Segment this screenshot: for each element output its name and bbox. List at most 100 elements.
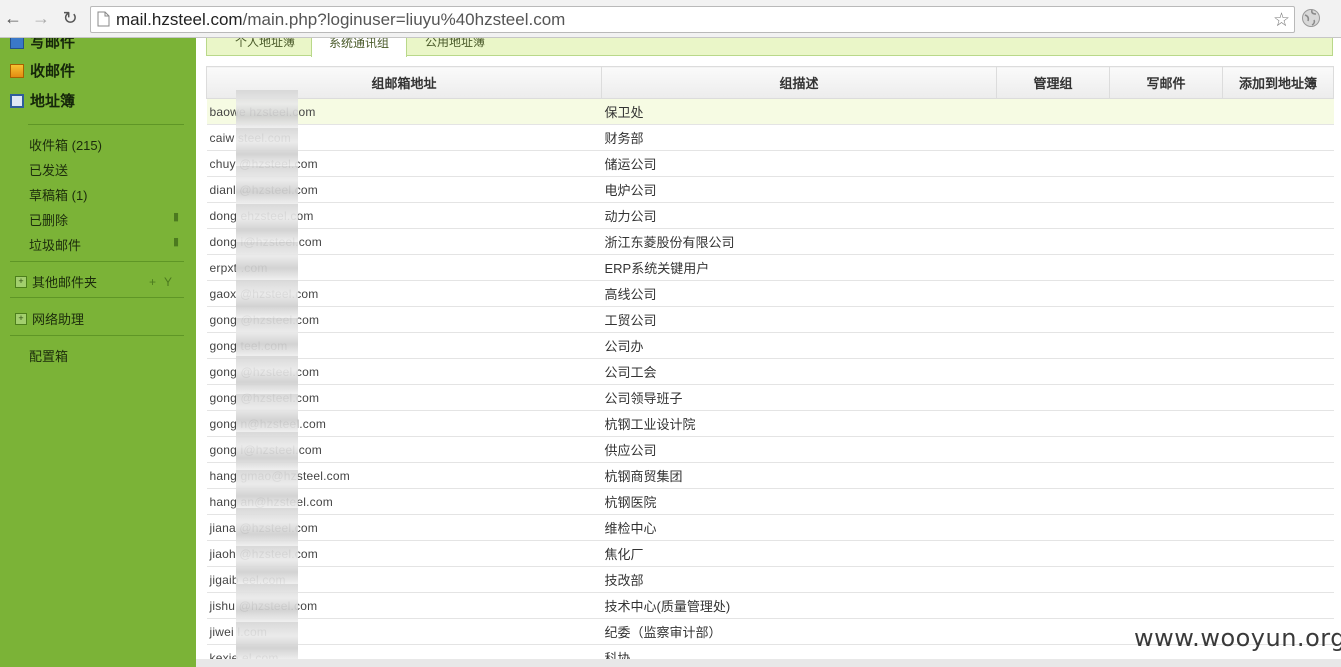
folder-sent[interactable]: 已发送 (29, 160, 179, 179)
manage-cell (996, 410, 1110, 437)
description-cell: ERP系统关键用户 (601, 254, 997, 281)
table-row[interactable]: gong teel.com公司办 (206, 332, 1334, 359)
description-cell: 供应公司 (601, 436, 997, 463)
compose-cell (1109, 358, 1223, 385)
horizontal-scrollbar[interactable] (196, 659, 1341, 667)
table-row[interactable]: caiw steel.com财务部 (206, 124, 1334, 151)
url-text[interactable]: mail.hzsteel.com/main.php?loginuser=liuy… (116, 10, 565, 30)
sidebar-item-label: 写邮件 (30, 38, 76, 51)
column-header-manage[interactable]: 管理组 (996, 66, 1110, 99)
sidebar-item-compose[interactable]: 写邮件 (10, 38, 75, 52)
table-row[interactable]: hang gmao@hzsteel.com杭钢商贸集团 (206, 462, 1334, 489)
reload-icon[interactable]: ↻ (59, 7, 81, 29)
tab-system-groups[interactable]: 系统通讯组 (311, 38, 407, 57)
table-row[interactable]: gong @hzsteel.com公司领导班子 (206, 384, 1334, 411)
table-row[interactable]: jiaoh @hzsteel.com焦化厂 (206, 540, 1334, 567)
tab-personal-address-book[interactable]: 个人地址簿 (219, 38, 311, 55)
add-cell (1222, 332, 1334, 359)
description-cell: 电炉公司 (601, 176, 997, 203)
description-cell: 动力公司 (601, 202, 997, 229)
sidebar-item-settings[interactable]: 配置箱 (29, 346, 179, 365)
expand-icon[interactable]: + (15, 312, 27, 325)
sidebar-item-label: 地址簿 (30, 93, 76, 110)
column-header-description[interactable]: 组描述 (601, 66, 997, 99)
sidebar-item-receive[interactable]: 收邮件 (10, 60, 75, 81)
redaction-mosaic (236, 90, 298, 667)
add-cell (1222, 514, 1334, 541)
add-cell (1222, 540, 1334, 567)
table-row[interactable]: dong i@hzsteel.com浙江东菱股份有限公司 (206, 228, 1334, 255)
divider (10, 297, 184, 298)
description-cell: 财务部 (601, 124, 997, 151)
compose-cell (1109, 514, 1223, 541)
column-header-compose[interactable]: 写邮件 (1109, 66, 1223, 99)
table-row[interactable]: gong n@hzsteel.com杭钢工业设计院 (206, 410, 1334, 437)
globe-icon[interactable] (1301, 8, 1321, 28)
sidebar-item-label: 收邮件 (30, 63, 76, 80)
back-arrow-icon[interactable]: ← (2, 7, 24, 29)
manage-cell (996, 384, 1110, 411)
manage-cell (996, 202, 1110, 229)
compose-cell (1109, 332, 1223, 359)
address-bar[interactable]: mail.hzsteel.com/main.php?loginuser=liuy… (90, 6, 1295, 33)
tab-bar: 个人地址簿 系统通讯组 公用地址簿 (206, 38, 1333, 57)
table-row[interactable]: chuy @hzsteel.com储运公司 (206, 150, 1334, 177)
divider (10, 335, 184, 336)
description-cell: 储运公司 (601, 150, 997, 177)
sidebar: 写邮件 收邮件 地址簿 收件箱 (215) 已发送 草稿箱 (1) 已删除 ▮ … (0, 38, 196, 667)
table-row[interactable]: hang an@hzsteel.com杭钢医院 (206, 488, 1334, 515)
trash-icon[interactable]: ▮ (173, 210, 179, 229)
folder-drafts[interactable]: 草稿箱 (1) (29, 185, 179, 204)
group-label: 网络助理 (32, 312, 85, 327)
settings-label: 配置箱 (29, 349, 69, 364)
table-row[interactable]: jiana @hzsteel.com维检中心 (206, 514, 1334, 541)
description-cell: 杭钢商贸集团 (601, 462, 997, 489)
table-row[interactable]: baowe hzsteel.com保卫处 (206, 98, 1334, 125)
add-cell (1222, 306, 1334, 333)
folder-inbox[interactable]: 收件箱 (215) (29, 135, 179, 154)
star-icon[interactable]: ☆ (1273, 9, 1290, 32)
description-cell: 纪委（监察审计部） (601, 618, 997, 645)
add-cell (1222, 98, 1334, 125)
description-cell: 公司办 (601, 332, 997, 359)
table-row[interactable]: gong @hzsteel.com工贸公司 (206, 306, 1334, 333)
main-content: 个人地址簿 系统通讯组 公用地址簿 组邮箱地址 组描述 管理组 写邮件 添加到地… (196, 38, 1341, 667)
description-cell: 技术中心(质量管理处) (601, 592, 997, 619)
manage-cell (996, 462, 1110, 489)
group-address-table: 组邮箱地址 组描述 管理组 写邮件 添加到地址簿 baowe hzsteel.c… (206, 66, 1334, 667)
table-row[interactable]: gong @hzsteel.com公司工会 (206, 358, 1334, 385)
description-cell: 技改部 (601, 566, 997, 593)
browser-toolbar: ← → ↻ mail.hzsteel.com/main.php?loginuse… (0, 0, 1341, 38)
trash-icon[interactable]: ▮ (173, 235, 179, 254)
tab-public-address-book[interactable]: 公用地址簿 (411, 38, 499, 55)
group-network-assistant[interactable]: + 网络助理 (15, 309, 180, 328)
manage-cell (996, 280, 1110, 307)
compose-cell (1109, 98, 1223, 125)
table-row[interactable]: dianl @hzsteel.com电炉公司 (206, 176, 1334, 203)
table-row[interactable]: erpxt .comERP系统关键用户 (206, 254, 1334, 281)
folder-deleted[interactable]: 已删除 ▮ (29, 210, 179, 229)
description-cell: 杭钢工业设计院 (601, 410, 997, 437)
forward-arrow-icon[interactable]: → (30, 7, 52, 29)
sidebar-item-address-book[interactable]: 地址簿 (10, 90, 75, 111)
table-row[interactable]: jishu @hzsteel.com技术中心(质量管理处) (206, 592, 1334, 619)
folder-spam[interactable]: 垃圾邮件 ▮ (29, 235, 179, 254)
folder-label: 已发送 (29, 163, 69, 178)
compose-cell (1109, 384, 1223, 411)
manage-cell (996, 332, 1110, 359)
table-row[interactable]: gong i@hzsteel.com供应公司 (206, 436, 1334, 463)
table-row[interactable]: gaox @hzsteel.com高线公司 (206, 280, 1334, 307)
manage-cell (996, 254, 1110, 281)
manage-cell (996, 98, 1110, 125)
column-header-add-to-book[interactable]: 添加到地址簿 (1222, 66, 1334, 99)
expand-icon[interactable]: + (15, 275, 27, 288)
manage-cell (996, 358, 1110, 385)
table-row[interactable]: dong ehzsteel.com动力公司 (206, 202, 1334, 229)
table-row[interactable]: jigaib eel.com技改部 (206, 566, 1334, 593)
compose-cell (1109, 566, 1223, 593)
folder-tools-icon[interactable]: +Y (149, 275, 180, 289)
group-other-folders[interactable]: + 其他邮件夹 +Y (15, 272, 180, 291)
manage-cell (996, 124, 1110, 151)
compose-cell (1109, 202, 1223, 229)
compose-cell (1109, 306, 1223, 333)
